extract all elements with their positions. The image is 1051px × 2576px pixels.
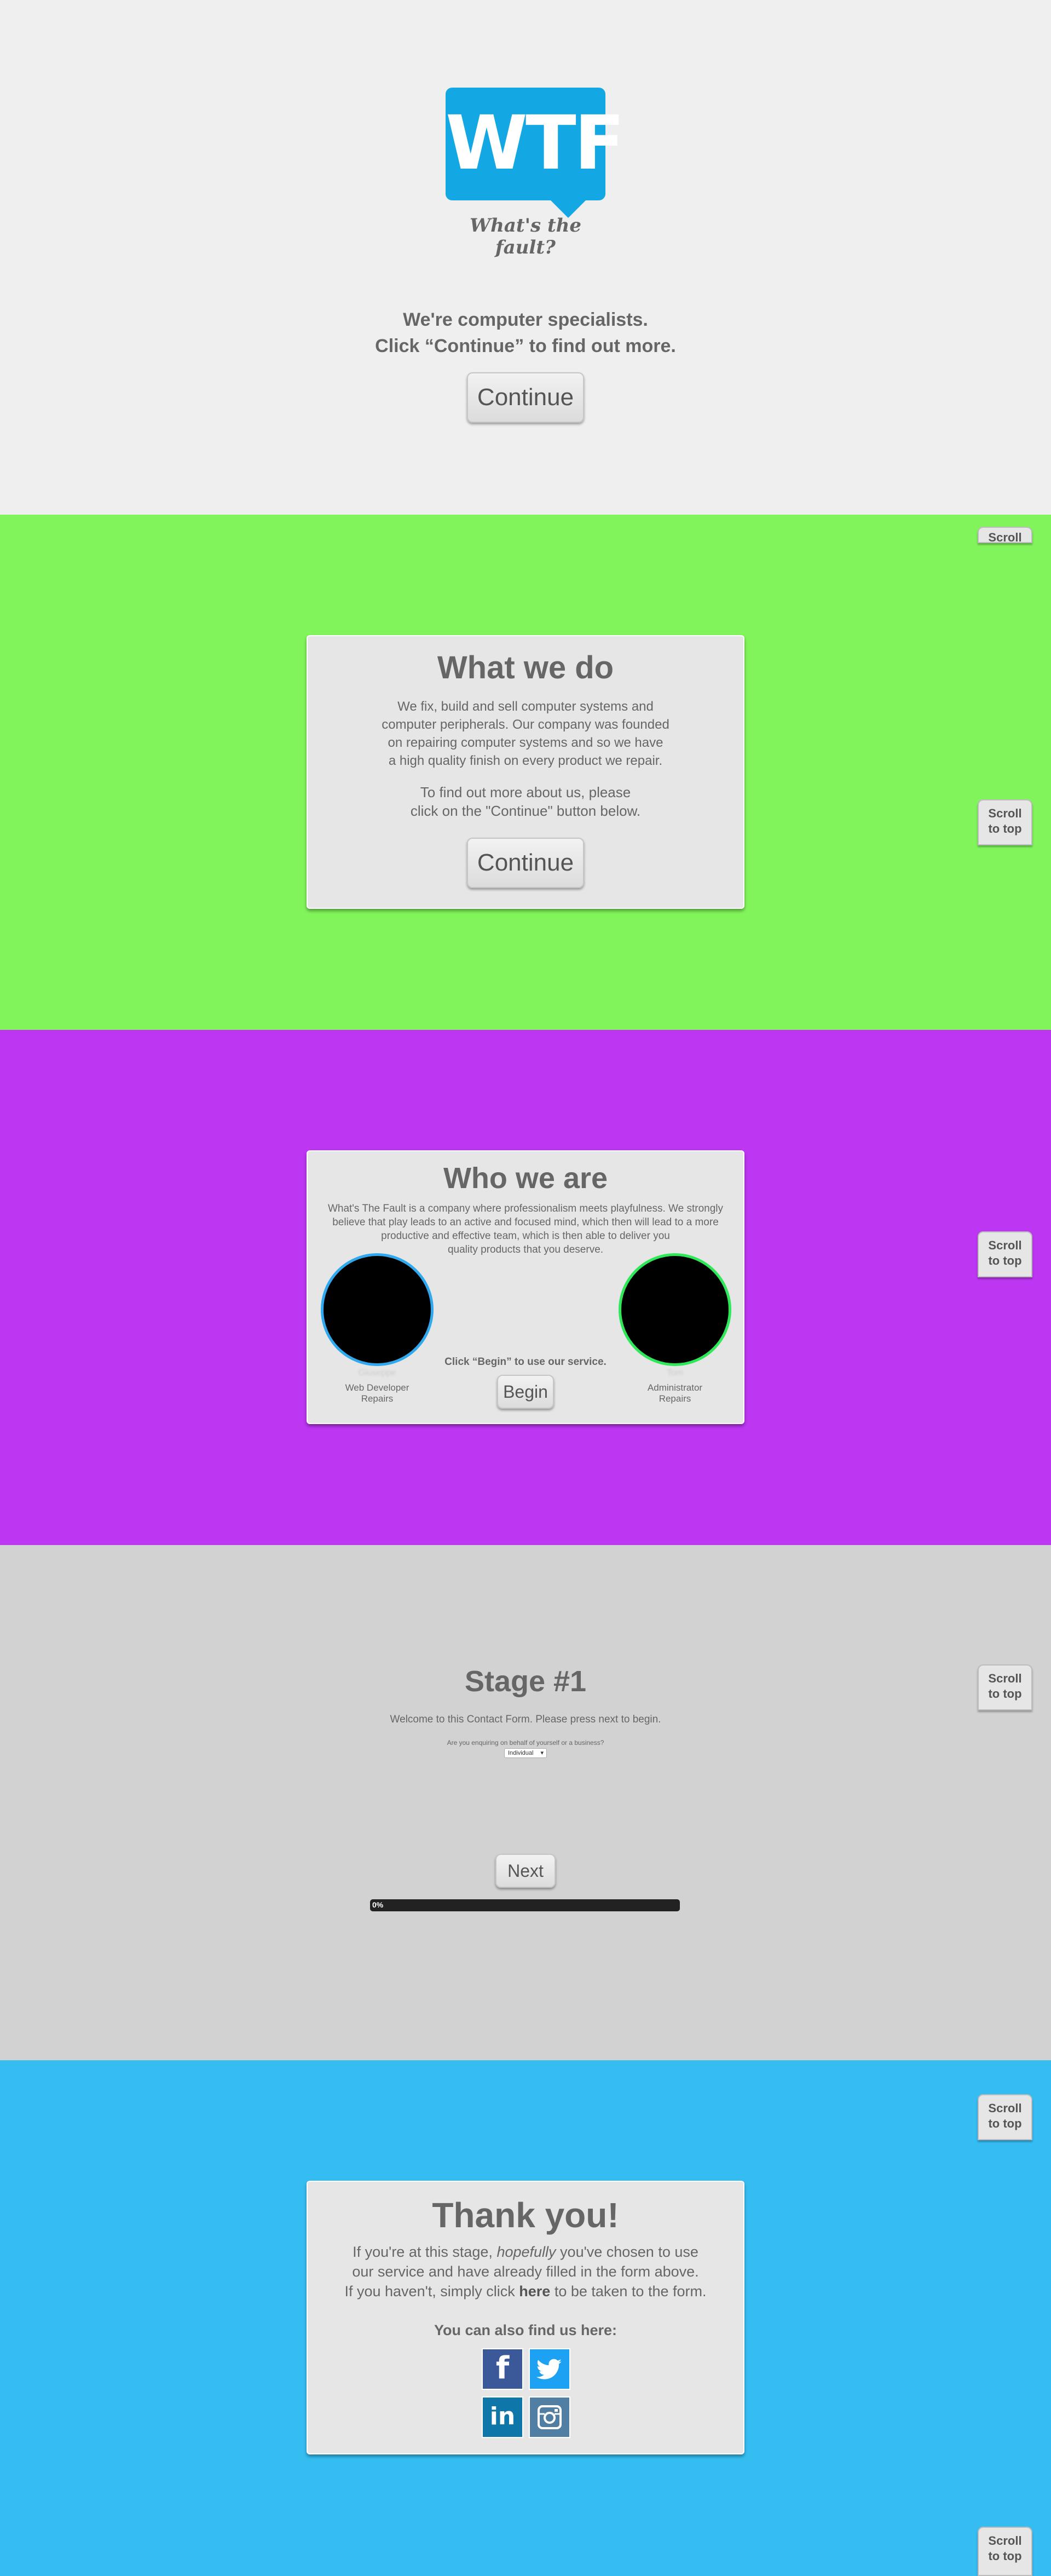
what-we-do-continue-button[interactable]: Continue — [467, 838, 584, 888]
stage-title: Stage #1 — [464, 1665, 587, 1698]
member-role-line: Administrator — [647, 1382, 703, 1393]
thank-you-message: If you're at this stage, hopefully you'v… — [308, 2242, 743, 2301]
member-name: Giuseppe — [358, 1368, 396, 1378]
hero-intro-line-2: Click “Continue” to find out more. — [375, 336, 676, 356]
text-line: click on the "Continue" button below. — [410, 803, 641, 819]
instagram-camera-icon — [538, 2405, 562, 2429]
member-role: Administrator Repairs — [615, 1382, 735, 1404]
scroll-to-top-button[interactable]: Scroll to top — [978, 2094, 1032, 2140]
what-we-do-card: What we do We fix, build and sell comput… — [307, 635, 744, 909]
facebook-icon[interactable]: f — [482, 2348, 523, 2390]
text-emphasis: hopefully — [496, 2244, 556, 2260]
logo-tagline: What's the fault? — [469, 215, 582, 258]
stage-welcome: Welcome to this Contact Form. Please pre… — [390, 1714, 661, 1725]
member-name: Tom — [666, 1368, 684, 1378]
text-line: our service and have already filled in t… — [352, 2263, 699, 2280]
progress-label: 0% — [372, 1900, 384, 1909]
who-we-are-section: Scroll to top Who we are What's The Faul… — [0, 1030, 1051, 1545]
twitter-bird-icon — [536, 2359, 562, 2379]
member-role-line: Repairs — [361, 1393, 394, 1404]
who-we-are-title: Who we are — [443, 1162, 608, 1195]
what-we-do-title: What we do — [437, 650, 614, 685]
scroll-to-top-label: Scroll to top — [988, 2101, 1022, 2130]
what-we-do-paragraph-2: To find out more about us, please click … — [308, 783, 743, 820]
enquiry-type-select-value: Individual — [508, 1750, 534, 1756]
scroll-to-top-label: Scroll to — [988, 531, 1022, 543]
progress-bar: 0% — [370, 1899, 680, 1911]
scroll-to-top-button[interactable]: Scroll to top — [978, 799, 1032, 845]
what-we-do-paragraph-1: We fix, build and sell computer systems … — [308, 698, 743, 770]
avatar — [321, 1253, 434, 1366]
text-line: If you haven't, simply click here to be … — [308, 2281, 743, 2301]
hero-section: WTF What's the fault? We're computer spe… — [0, 0, 1051, 515]
text-fragment: If you're at this stage, — [353, 2244, 493, 2260]
thank-you-section: Scroll to top Scroll to top Thank you! I… — [0, 2060, 1051, 2576]
who-we-are-cta: Click “Begin” to use our service. — [444, 1356, 607, 1368]
scroll-to-top-button[interactable]: Scroll to — [978, 527, 1032, 543]
text-line: What's The Fault is a company where prof… — [327, 1203, 724, 1214]
text-fragment: to be taken to the form. — [554, 2283, 707, 2300]
who-we-are-card: Who we are What's The Fault is a company… — [307, 1150, 744, 1424]
scroll-to-top-button[interactable]: Scroll to top — [978, 2527, 1032, 2576]
text-line: We fix, build and sell computer systems … — [397, 699, 654, 714]
scroll-to-top-button[interactable]: Scroll to top — [978, 1231, 1032, 1277]
text-fragment: you've chosen to use — [560, 2244, 698, 2260]
text-line: To find out more about us, please — [420, 784, 631, 800]
begin-button[interactable]: Begin — [497, 1375, 554, 1409]
instagram-icon[interactable] — [529, 2396, 570, 2438]
hero-continue-button[interactable]: Continue — [467, 372, 584, 423]
enquiry-type-select[interactable]: Individual ▾ — [504, 1748, 547, 1758]
scroll-to-top-label: Scroll to top — [988, 2534, 1022, 2563]
text-fragment: If you haven't, simply click — [344, 2283, 515, 2300]
text-line: computer peripherals. Our company was fo… — [382, 717, 669, 732]
scroll-to-top-label: Scroll to top — [988, 806, 1022, 835]
hero-intro-line-1: We're computer specialists. — [403, 309, 648, 330]
wtf-logo: WTF What's the fault? — [446, 88, 625, 258]
stage-question: Are you enquiring on behalf of yourself … — [447, 1739, 604, 1747]
avatar — [619, 1253, 731, 1366]
who-we-are-description: What's The Fault is a company where prof… — [308, 1202, 743, 1257]
twitter-icon[interactable] — [529, 2348, 570, 2390]
hero-intro: We're computer specialists. Click “Conti… — [0, 307, 1051, 359]
linkedin-icon[interactable]: in — [482, 2396, 523, 2438]
next-button[interactable]: Next — [495, 1854, 556, 1888]
member-role-line: Repairs — [659, 1393, 691, 1404]
thank-you-card: Thank you! If you're at this stage, hope… — [307, 2181, 744, 2454]
facebook-glyph: f — [495, 2350, 510, 2386]
what-we-do-section: Scroll to Scroll to top What we do We fi… — [0, 515, 1051, 1030]
text-line: believe that play leads to an active and… — [332, 1217, 719, 1228]
chevron-down-icon: ▾ — [540, 1750, 544, 1756]
text-line: productive and effective team, which is … — [381, 1230, 670, 1242]
member-role-line: Web Developer — [345, 1382, 409, 1393]
logo-text: WTF — [446, 100, 625, 187]
member-role: Web Developer Repairs — [317, 1382, 437, 1404]
text-line: a high quality finish on every product w… — [388, 753, 663, 768]
form-link[interactable]: here — [519, 2283, 550, 2300]
scroll-to-top-label: Scroll to top — [988, 1238, 1022, 1267]
text-line: on repairing computer systems and so we … — [388, 735, 663, 750]
thank-you-title: Thank you! — [432, 2195, 619, 2235]
contact-form-section: Scroll to top Stage #1 Welcome to this C… — [0, 1545, 1051, 2060]
linkedin-glyph: in — [489, 2402, 516, 2430]
text-line: If you're at this stage, hopefully you'v… — [308, 2242, 743, 2262]
find-us-heading: You can also find us here: — [434, 2322, 617, 2338]
